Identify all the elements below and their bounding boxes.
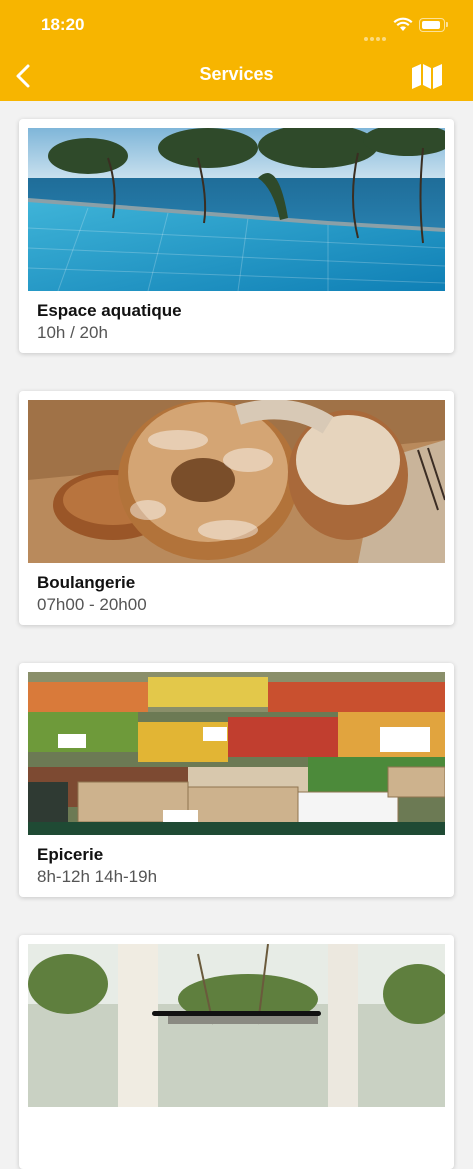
status-time: 18:20 <box>41 15 85 34</box>
service-name: Boulangerie <box>37 573 136 592</box>
status-bar: 18:20 <box>0 0 473 50</box>
battery-icon <box>419 18 445 32</box>
service-card-boulangerie[interactable]: Boulangerie 07h00 - 20h00 <box>19 391 454 625</box>
bread-image <box>28 400 445 563</box>
service-name: Epicerie <box>37 845 104 864</box>
nav-header: 18:20 Services <box>0 0 473 101</box>
service-card-epicerie[interactable]: Epicerie 8h-12h 14h-19h <box>19 663 454 897</box>
service-hours: 07h00 - 20h00 <box>37 595 147 614</box>
cellular-signal-icon <box>364 28 388 46</box>
service-card-4[interactable] <box>19 935 454 1169</box>
service-card-espace-aquatique[interactable]: Espace aquatique 10h / 20h <box>19 119 454 353</box>
service-name: Espace aquatique <box>37 301 182 320</box>
wifi-icon <box>393 17 413 31</box>
page-title: Services <box>199 64 274 84</box>
service-hours: 8h-12h 14h-19h <box>37 867 158 886</box>
home-indicator <box>152 1011 321 1016</box>
garden-image <box>28 944 445 1107</box>
map-button[interactable] <box>410 62 444 90</box>
service-hours: 10h / 20h <box>37 323 108 342</box>
market-image <box>28 672 445 835</box>
pool-image <box>28 128 445 291</box>
